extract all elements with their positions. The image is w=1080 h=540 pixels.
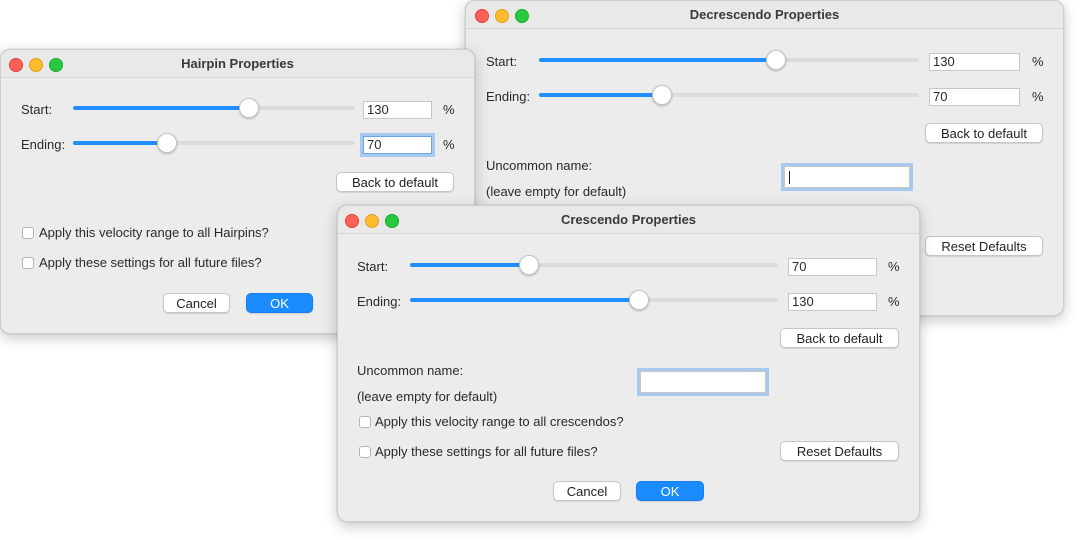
window-title: Crescendo Properties (560, 212, 697, 227)
ending-slider-fill (73, 141, 167, 145)
ending-label: Ending: (486, 89, 531, 104)
start-label: Start: (357, 259, 389, 274)
uncommon-name-label: Uncommon name: (357, 363, 464, 378)
back-to-default-button[interactable]: Back to default (780, 328, 899, 348)
ending-label: Ending: (357, 294, 402, 309)
ending-slider[interactable] (410, 290, 778, 310)
start-label: Start: (21, 102, 53, 117)
back-to-default-button[interactable]: Back to default (925, 123, 1043, 143)
start-value-field[interactable]: 130 (929, 53, 1020, 71)
start-label: Start: (486, 54, 518, 69)
ending-slider[interactable] (539, 85, 919, 105)
ok-button[interactable]: OK (636, 481, 704, 501)
ending-value-field[interactable]: 130 (788, 293, 877, 311)
reset-defaults-button[interactable]: Reset Defaults (780, 441, 899, 461)
start-slider[interactable] (73, 98, 355, 118)
percent-label: % (888, 259, 900, 274)
percent-label: % (443, 137, 455, 152)
cancel-button[interactable]: Cancel (553, 481, 621, 501)
ending-slider[interactable] (73, 133, 355, 153)
apply-future-checkbox[interactable] (359, 446, 371, 458)
window-title: Decrescendo Properties (689, 7, 840, 22)
uncommon-name-input[interactable] (784, 166, 910, 188)
start-slider[interactable] (539, 50, 919, 70)
percent-label: % (443, 102, 455, 117)
apply-range-checkbox[interactable] (359, 416, 371, 428)
percent-label: % (1032, 54, 1044, 69)
ending-label: Ending: (21, 137, 66, 152)
ending-slider-fill (539, 93, 661, 97)
crescendo-properties-window: Crescendo Properties Start: 70 % Ending:… (337, 205, 920, 522)
window-title: Hairpin Properties (181, 56, 294, 71)
cancel-button[interactable]: Cancel (163, 293, 230, 313)
uncommon-name-input[interactable] (640, 371, 766, 393)
start-slider[interactable] (410, 255, 778, 275)
uncommon-name-label: Uncommon name: (486, 158, 593, 173)
apply-range-label[interactable]: Apply this velocity range to all Hairpin… (39, 225, 269, 240)
apply-future-label[interactable]: Apply these settings for all future file… (39, 255, 262, 270)
crescendo-titlebar[interactable]: Crescendo Properties (338, 206, 919, 234)
start-value-field[interactable]: 70 (788, 258, 877, 276)
text-caret (789, 171, 790, 184)
percent-label: % (1032, 89, 1044, 104)
ending-slider-fill (410, 298, 639, 302)
reset-defaults-button[interactable]: Reset Defaults (925, 236, 1043, 256)
start-slider-handle[interactable] (518, 255, 539, 275)
decrescendo-titlebar[interactable]: Decrescendo Properties (466, 1, 1063, 29)
uncommon-name-hint: (leave empty for default) (357, 389, 498, 404)
apply-range-label[interactable]: Apply this velocity range to all crescen… (375, 414, 624, 429)
ok-button[interactable]: OK (246, 293, 313, 313)
start-slider-handle[interactable] (765, 50, 786, 70)
start-slider-fill (410, 263, 528, 267)
ending-value-field[interactable]: 70 (363, 136, 432, 154)
ending-slider-handle[interactable] (157, 133, 178, 153)
start-slider-fill (73, 106, 248, 110)
back-to-default-button[interactable]: Back to default (336, 172, 454, 192)
apply-range-checkbox[interactable] (22, 227, 34, 239)
start-value-field[interactable]: 130 (363, 101, 432, 119)
ending-value-field[interactable]: 70 (929, 88, 1020, 106)
apply-future-label[interactable]: Apply these settings for all future file… (375, 444, 598, 459)
start-slider-handle[interactable] (238, 98, 259, 118)
start-slider-fill (539, 58, 775, 62)
hairpin-titlebar[interactable]: Hairpin Properties (1, 50, 474, 78)
percent-label: % (888, 294, 900, 309)
ending-slider-handle[interactable] (629, 290, 650, 310)
apply-future-checkbox[interactable] (22, 257, 34, 269)
uncommon-name-hint: (leave empty for default) (486, 184, 627, 199)
ending-slider-handle[interactable] (651, 85, 672, 105)
